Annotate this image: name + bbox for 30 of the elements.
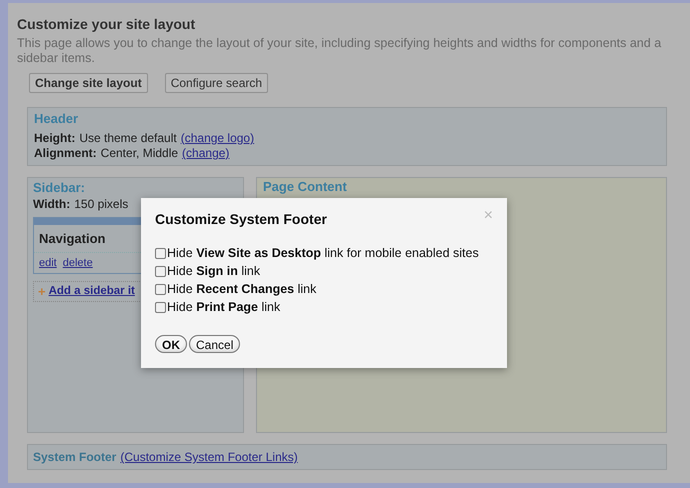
page-description: This page allows you to change the layout of your site, including specifying heights and widths for components and a	[17, 36, 662, 51]
setting-value: Center, Middle	[100, 146, 178, 161]
option-label: Hide Print Page link	[167, 299, 280, 316]
checkbox[interactable]	[155, 302, 166, 312]
plus-icon: +	[38, 282, 46, 302]
setting-label: Width:	[33, 197, 70, 212]
panel-title: Header	[34, 111, 80, 126]
customize-footer-link[interactable]: (Customize System Footer Links)	[120, 448, 298, 466]
toolbar-button[interactable]: Change site layout	[29, 73, 148, 93]
panel-title: System Footer	[33, 449, 116, 466]
add-sidebar-item-link[interactable]: Add a sidebar it	[48, 282, 135, 300]
option-label: Hide Recent Changes link	[167, 281, 316, 298]
panel-title: Sidebar:	[33, 180, 86, 195]
toolbar-button[interactable]: Configure search	[164, 73, 268, 93]
checkbox[interactable]	[155, 266, 166, 276]
dialog-button[interactable]: Cancel	[189, 335, 240, 353]
change-link[interactable]: (change logo)	[180, 131, 254, 146]
widget-link[interactable]: edit	[39, 254, 57, 271]
checkbox[interactable]	[155, 248, 166, 258]
setting-label: Height:	[34, 131, 76, 146]
change-link[interactable]: (change)	[182, 146, 230, 161]
setting-value: Use theme default	[79, 131, 177, 146]
widget-link[interactable]: delete	[62, 254, 93, 271]
setting-value: 150 pixels	[74, 197, 128, 212]
page-title: Customize your site layout	[17, 15, 196, 33]
page-description: sidebar items.	[17, 51, 95, 66]
setting-label: Alignment:	[34, 146, 97, 161]
dialog-button[interactable]: OK	[155, 335, 187, 353]
panel-title: Page Content	[263, 179, 348, 194]
checkbox[interactable]	[155, 284, 166, 294]
